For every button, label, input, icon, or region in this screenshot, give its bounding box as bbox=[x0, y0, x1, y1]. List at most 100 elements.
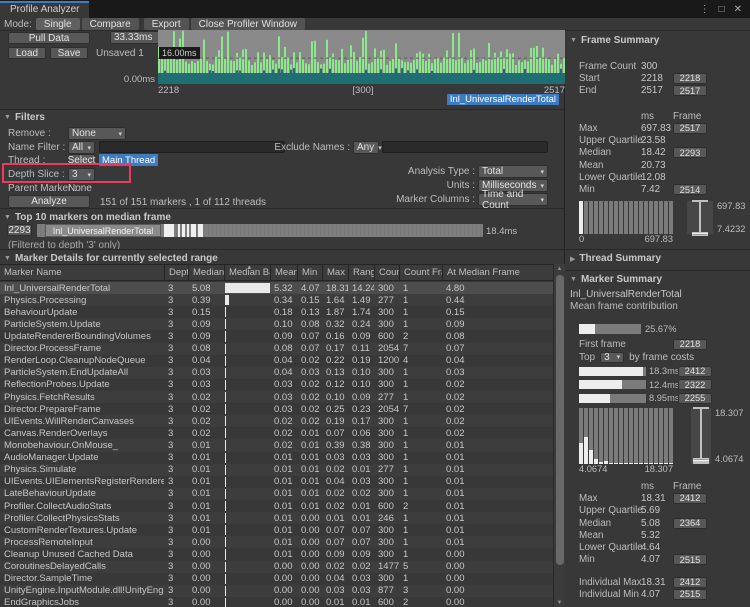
median-bar-fill bbox=[225, 392, 226, 402]
frame-jump-button[interactable]: 2412 bbox=[673, 493, 707, 504]
top10-header[interactable]: ▼ Top 10 markers on median frame bbox=[4, 212, 171, 223]
median-bar-fill bbox=[225, 537, 226, 547]
table-row[interactable]: Physics.Processing30.390.340.151.641.492… bbox=[0, 294, 553, 306]
table-cell: 0.01 bbox=[188, 524, 224, 536]
tab-profile-analyzer[interactable]: Profile Analyzer bbox=[0, 1, 89, 18]
table-row[interactable]: UnityEngine.InputModule.dll!UnityEngineI… bbox=[0, 585, 553, 597]
table-row[interactable]: Director.PrepareFrame30.020.030.020.250.… bbox=[0, 403, 553, 415]
table-row[interactable]: UpdateRendererBoundingVolumes30.090.090.… bbox=[0, 330, 553, 342]
frame-jump-button[interactable]: 2515 bbox=[673, 554, 707, 565]
frame-summary-charts: 697.83 7.4232 bbox=[579, 201, 750, 234]
table-row[interactable]: ParticleSystem.EndUpdateAll30.030.040.03… bbox=[0, 367, 553, 379]
table-header-row[interactable]: Marker NameDepthMedianMedian Bar▴MeanMin… bbox=[0, 264, 553, 281]
table-row[interactable]: UIEvents.UIElementsRegisterRenderers30.0… bbox=[0, 476, 553, 488]
exclude-mode-dropdown[interactable]: Any▾ bbox=[353, 141, 379, 154]
table-row[interactable]: Canvas.RenderOverlays30.020.020.010.070.… bbox=[0, 427, 553, 439]
top-costs-control-row: Top 3▾ by frame costs bbox=[579, 351, 750, 364]
table-row[interactable]: Profiler.CollectPhysicsStats30.010.010.0… bbox=[0, 512, 553, 524]
frame-duration-chart[interactable] bbox=[158, 30, 565, 84]
depth-slice-dropdown[interactable]: 3▾ bbox=[68, 168, 95, 181]
scrollbar-thumb[interactable] bbox=[556, 275, 564, 565]
column-header-marker-name[interactable]: Marker Name bbox=[0, 265, 164, 280]
marker-details-header[interactable]: ▼ Marker Details for currently selected … bbox=[4, 253, 218, 264]
histogram-bucket bbox=[589, 201, 593, 234]
analyze-button[interactable]: Analyze bbox=[8, 195, 90, 208]
frame-summary-header[interactable]: ▼ Frame Summary bbox=[566, 34, 750, 46]
table-row[interactable]: CustomRenderTextures.Update30.010.010.00… bbox=[0, 524, 553, 536]
chevron-down-icon: ▾ bbox=[536, 168, 544, 176]
column-header-at-median-frame[interactable]: At Median Frame bbox=[442, 265, 553, 280]
table-row[interactable]: Physics.Simulate30.010.010.010.020.01277… bbox=[0, 464, 553, 476]
frame-jump-button[interactable]: 2218 bbox=[673, 73, 707, 84]
frame-jump-button[interactable]: 2514 bbox=[673, 184, 707, 195]
table-row[interactable]: AudioManager.Update30.010.010.010.030.03… bbox=[0, 452, 553, 464]
table-cell: 0.00 bbox=[270, 561, 297, 573]
pull-data-button[interactable]: Pull Data bbox=[8, 32, 90, 44]
name-filter-input[interactable] bbox=[99, 141, 285, 153]
frame-jump-button[interactable]: 2412 bbox=[673, 577, 707, 588]
column-header-median-bar[interactable]: Median Bar▴ bbox=[224, 265, 270, 280]
scroll-down-icon[interactable]: ▼ bbox=[554, 598, 565, 607]
column-header-count[interactable]: Count bbox=[374, 265, 399, 280]
export-button[interactable]: Export bbox=[144, 18, 189, 30]
table-row[interactable]: BehaviourUpdate30.150.180.131.871.743001… bbox=[0, 306, 553, 318]
filters-header[interactable]: ▼ Filters bbox=[4, 112, 45, 123]
table-row[interactable]: UIEvents.WillRenderCanvases30.020.020.02… bbox=[0, 415, 553, 427]
close-icon[interactable]: ✕ bbox=[734, 4, 742, 15]
frame-jump-button[interactable]: 2255 bbox=[678, 393, 712, 404]
table-row[interactable]: RenderLoop.CleanupNodeQueue30.040.040.02… bbox=[0, 355, 553, 367]
table-cell: 0.08 bbox=[442, 330, 553, 342]
table-row[interactable]: Inl_UniversalRenderTotal35.085.324.0718.… bbox=[0, 282, 553, 294]
column-header-mean[interactable]: Mean bbox=[270, 265, 297, 280]
exclude-names-input[interactable] bbox=[382, 141, 548, 153]
scroll-up-icon[interactable]: ▲ bbox=[554, 264, 565, 274]
table-scrollbar[interactable]: ▲ ▼ bbox=[553, 264, 565, 607]
table-row[interactable]: LateBehaviourUpdate30.010.010.010.020.02… bbox=[0, 488, 553, 500]
maximize-icon[interactable]: □ bbox=[719, 4, 725, 15]
table-row[interactable]: ParticleSystem.Update30.090.100.080.320.… bbox=[0, 318, 553, 330]
table-cell: 0.01 bbox=[297, 439, 322, 451]
table-row[interactable]: Director.ProcessFrame30.080.080.070.170.… bbox=[0, 343, 553, 355]
table-row[interactable]: Director.SampleTime30.000.000.000.040.03… bbox=[0, 573, 553, 585]
table-row[interactable]: Physics.FetchResults30.020.030.020.100.0… bbox=[0, 391, 553, 403]
top-n-dropdown[interactable]: 3▾ bbox=[600, 352, 624, 363]
column-header-depth[interactable]: Depth bbox=[164, 265, 188, 280]
frame-jump-button[interactable]: 2322 bbox=[678, 379, 712, 390]
frame-jump-button[interactable]: 2517 bbox=[673, 123, 707, 134]
thread-summary-header[interactable]: ▶ Thread Summary bbox=[566, 253, 750, 265]
frame-jump-button[interactable]: 2364 bbox=[673, 518, 707, 529]
table-row[interactable]: CoroutinesDelayedCalls30.000.000.000.020… bbox=[0, 561, 553, 573]
table-row[interactable]: Cleanup Unused Cached Data30.000.010.000… bbox=[0, 548, 553, 560]
top10-frame-button[interactable]: 2293 bbox=[7, 224, 32, 236]
first-frame-button[interactable]: 2218 bbox=[673, 339, 707, 350]
load-button[interactable]: Load bbox=[8, 47, 46, 59]
column-header-median[interactable]: Median bbox=[188, 265, 224, 280]
column-header-range[interactable]: Range bbox=[348, 265, 374, 280]
column-header-count-frame[interactable]: Count Frame bbox=[399, 265, 442, 280]
close-profiler-button[interactable]: Close Profiler Window bbox=[191, 18, 305, 30]
name-filter-mode-dropdown[interactable]: All▾ bbox=[68, 141, 95, 154]
remove-dropdown[interactable]: None▾ bbox=[68, 127, 126, 140]
table-cell: 3 bbox=[164, 500, 188, 512]
table-row[interactable]: Profiler.CollectAudioStats30.010.010.010… bbox=[0, 500, 553, 512]
table-row[interactable]: EndGraphicsJobs30.000.000.000.010.016002… bbox=[0, 597, 553, 607]
mode-single-button[interactable]: Single bbox=[36, 18, 80, 30]
table-row[interactable]: ReflectionProbes.Update30.030.030.020.12… bbox=[0, 379, 553, 391]
frame-jump-button[interactable]: 2412 bbox=[678, 366, 712, 377]
thread-select-button[interactable]: Select bbox=[68, 154, 95, 166]
table-row[interactable]: Monobehaviour.OnMouse_30.010.020.010.390… bbox=[0, 439, 553, 451]
marker-summary-header[interactable]: ▼ Marker Summary bbox=[566, 274, 750, 286]
table-row[interactable]: ProcessRemoteInput30.000.010.000.070.073… bbox=[0, 536, 553, 548]
column-header-max[interactable]: Max bbox=[322, 265, 348, 280]
column-header-min[interactable]: Min bbox=[297, 265, 322, 280]
table-cell: 0.02 bbox=[188, 391, 224, 403]
save-button[interactable]: Save bbox=[50, 47, 88, 59]
menu-icon[interactable]: ⋮ bbox=[700, 4, 710, 15]
frame-jump-button[interactable]: 2293 bbox=[673, 147, 707, 158]
marker-columns-dropdown[interactable]: Time and Count▾ bbox=[478, 193, 548, 206]
name-filter-label: Name Filter : bbox=[8, 142, 65, 153]
analysis-type-dropdown[interactable]: Total▾ bbox=[478, 165, 548, 178]
frame-jump-button[interactable]: 2515 bbox=[673, 589, 707, 600]
mode-compare-button[interactable]: Compare bbox=[82, 18, 139, 30]
frame-jump-button[interactable]: 2517 bbox=[673, 85, 707, 96]
